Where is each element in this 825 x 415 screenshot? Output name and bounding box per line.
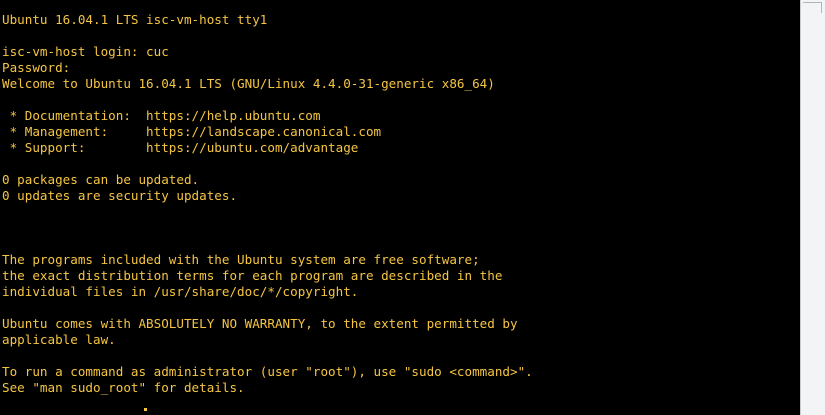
terminal-line-documentation: * Documentation: https://help.ubuntu.com — [2, 108, 321, 123]
console-window: Ubuntu 16.04.1 LTS isc-vm-host tty1 isc-… — [0, 0, 825, 415]
terminal-line-sudo-root: See "man sudo_root" for details. — [2, 380, 245, 395]
terminal-line-applicable-law: applicable law. — [2, 332, 116, 347]
terminal-line-sudo-hint: To run a command as administrator (user … — [2, 364, 533, 379]
terminal-line-support: * Support: https://ubuntu.com/advantage — [2, 140, 359, 155]
terminal-line-management: * Management: https://landscape.canonica… — [2, 124, 382, 139]
terminal-line-security-updates: 0 updates are security updates. — [2, 188, 238, 203]
panel-corner-mark — [803, 2, 822, 13]
terminal-line-login: isc-vm-host login: cuc — [2, 44, 169, 59]
window-side-panel — [800, 0, 825, 415]
terminal-line-copyright: individual files in /usr/share/doc/*/cop… — [2, 284, 359, 299]
terminal-screen[interactable]: Ubuntu 16.04.1 LTS isc-vm-host tty1 isc-… — [2, 12, 800, 415]
terminal-line-distribution-terms: the exact distribution terms for each pr… — [2, 268, 503, 283]
terminal-line-password: Password: — [2, 60, 71, 75]
terminal-line-free-software: The programs included with the Ubuntu sy… — [2, 252, 480, 267]
terminal-line-warranty: Ubuntu comes with ABSOLUTELY NO WARRANTY… — [2, 316, 518, 331]
panel-divider — [800, 0, 801, 415]
terminal-line-packages: 0 packages can be updated. — [2, 172, 200, 187]
terminal-cursor — [144, 408, 147, 411]
terminal-line-banner: Ubuntu 16.04.1 LTS isc-vm-host tty1 — [2, 12, 268, 27]
terminal-line-welcome: Welcome to Ubuntu 16.04.1 LTS (GNU/Linux… — [2, 76, 495, 91]
